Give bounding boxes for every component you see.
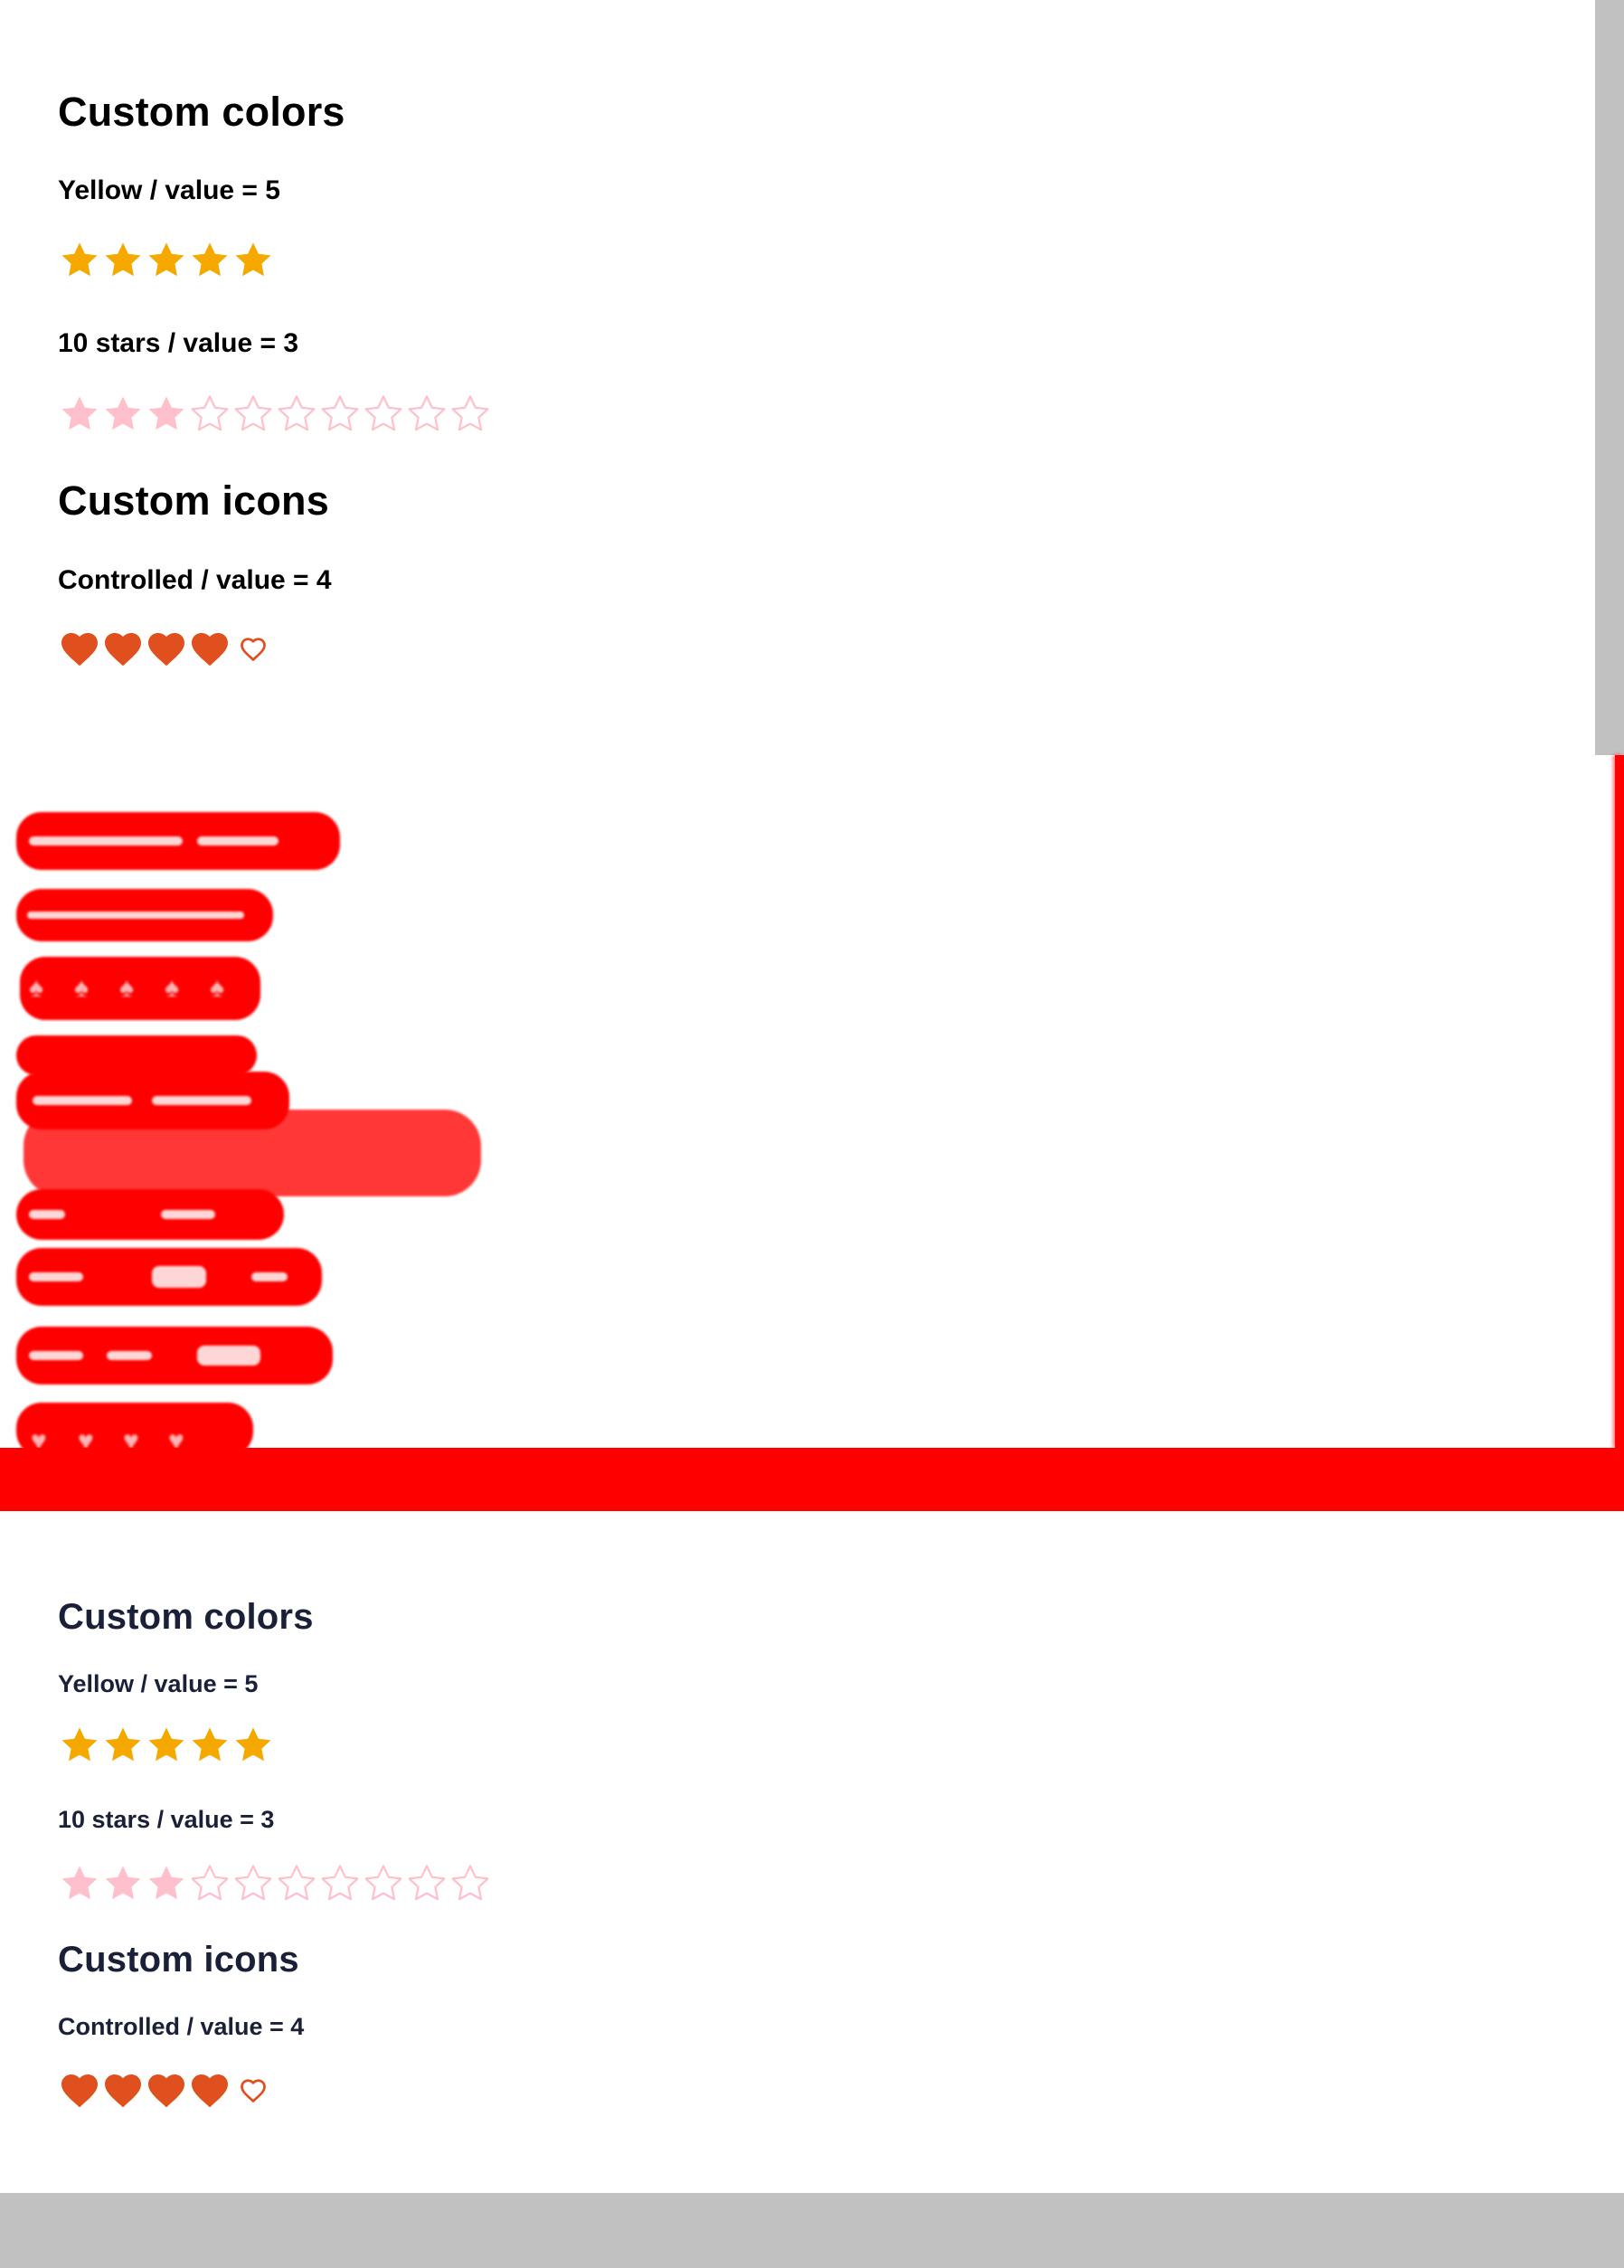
section-title-custom-colors: Custom colors bbox=[58, 1597, 314, 1637]
rating-label-controlled: Controlled / value = 4 bbox=[58, 2013, 305, 2040]
horizontal-scrollbar[interactable] bbox=[0, 2193, 1624, 2268]
diff-blob-label bbox=[16, 889, 273, 941]
star-icon[interactable] bbox=[231, 239, 275, 282]
rating-yellow[interactable] bbox=[58, 1724, 275, 1767]
star-outline-icon[interactable] bbox=[188, 392, 231, 436]
visual-diff-overlay: ♠ ♠ ♠ ♠ ♠ ♥ ♥ ♥ ♥ bbox=[0, 755, 1624, 1511]
rating-demo-panel-bottom: Custom colors Yellow / value = 5 10 star… bbox=[0, 1511, 1624, 2193]
star-outline-icon[interactable] bbox=[275, 1862, 318, 1905]
star-icon[interactable] bbox=[101, 1862, 145, 1905]
heart-outline-icon[interactable] bbox=[240, 2077, 267, 2104]
heart-outline-icon[interactable] bbox=[240, 636, 267, 663]
star-icon[interactable] bbox=[58, 1724, 101, 1767]
rating-label-controlled: Controlled / value = 4 bbox=[58, 565, 332, 595]
star-icon[interactable] bbox=[101, 392, 145, 436]
diff-blob-ten-stars bbox=[24, 1110, 481, 1196]
rating-controlled-hearts[interactable] bbox=[58, 628, 275, 671]
rating-label-ten-stars: 10 stars / value = 3 bbox=[58, 1806, 275, 1833]
star-icon[interactable] bbox=[58, 392, 101, 436]
heart-icon[interactable] bbox=[58, 2069, 101, 2112]
star-icon[interactable] bbox=[145, 1862, 188, 1905]
heart-icon[interactable] bbox=[188, 2069, 231, 2112]
diff-blob-label-2 bbox=[16, 1035, 257, 1075]
star-outline-icon[interactable] bbox=[231, 392, 275, 436]
star-outline-icon[interactable] bbox=[448, 1862, 492, 1905]
star-icon[interactable] bbox=[101, 1724, 145, 1767]
rating-ten-stars[interactable] bbox=[58, 1862, 492, 1905]
diff-blob-heading-2 bbox=[16, 1189, 284, 1240]
heart-icon[interactable] bbox=[145, 2069, 188, 2112]
heart-icon[interactable] bbox=[58, 628, 101, 671]
star-icon[interactable] bbox=[145, 1724, 188, 1767]
rating-label-yellow: Yellow / value = 5 bbox=[58, 175, 280, 205]
star-icon[interactable] bbox=[188, 239, 231, 282]
heart-icon[interactable] bbox=[145, 628, 188, 671]
star-icon[interactable] bbox=[58, 239, 101, 282]
rating-label-yellow: Yellow / value = 5 bbox=[58, 1670, 259, 1697]
star-icon[interactable] bbox=[58, 1862, 101, 1905]
section-title-custom-icons: Custom icons bbox=[58, 1940, 299, 1980]
diff-blob-heading bbox=[16, 812, 340, 870]
star-outline-icon[interactable] bbox=[231, 1862, 275, 1905]
star-outline-icon[interactable] bbox=[318, 1862, 362, 1905]
heart-icon[interactable] bbox=[101, 628, 145, 671]
star-icon[interactable] bbox=[188, 1724, 231, 1767]
star-outline-icon[interactable] bbox=[405, 1862, 448, 1905]
star-outline-icon[interactable] bbox=[318, 392, 362, 436]
rating-demo-panel-top: Custom colors Yellow / value = 5 10 star… bbox=[0, 0, 1595, 755]
heart-icon[interactable] bbox=[188, 628, 231, 671]
star-icon[interactable] bbox=[145, 239, 188, 282]
star-outline-icon[interactable] bbox=[448, 392, 492, 436]
rating-yellow[interactable] bbox=[58, 239, 275, 282]
rating-label-ten-stars: 10 stars / value = 3 bbox=[58, 328, 299, 358]
star-outline-icon[interactable] bbox=[188, 1862, 231, 1905]
star-outline-icon[interactable] bbox=[275, 392, 318, 436]
section-title-custom-colors: Custom colors bbox=[58, 89, 345, 135]
diff-border-bottom bbox=[0, 1448, 1624, 1511]
star-icon[interactable] bbox=[231, 1724, 275, 1767]
star-outline-icon[interactable] bbox=[362, 392, 405, 436]
heart-icon[interactable] bbox=[101, 2069, 145, 2112]
diff-blob-label-4 bbox=[16, 1248, 322, 1306]
diff-border-right bbox=[1615, 755, 1624, 1448]
section-title-custom-icons: Custom icons bbox=[58, 477, 329, 524]
star-outline-icon[interactable] bbox=[405, 392, 448, 436]
diff-blob-label-5 bbox=[16, 1327, 333, 1384]
vertical-scrollbar[interactable] bbox=[1595, 0, 1624, 755]
rating-ten-stars[interactable] bbox=[58, 392, 492, 436]
star-outline-icon[interactable] bbox=[362, 1862, 405, 1905]
diff-blob-rating: ♠ ♠ ♠ ♠ ♠ bbox=[20, 957, 260, 1020]
rating-controlled-hearts[interactable] bbox=[58, 2069, 275, 2112]
star-icon[interactable] bbox=[145, 392, 188, 436]
star-icon[interactable] bbox=[101, 239, 145, 282]
